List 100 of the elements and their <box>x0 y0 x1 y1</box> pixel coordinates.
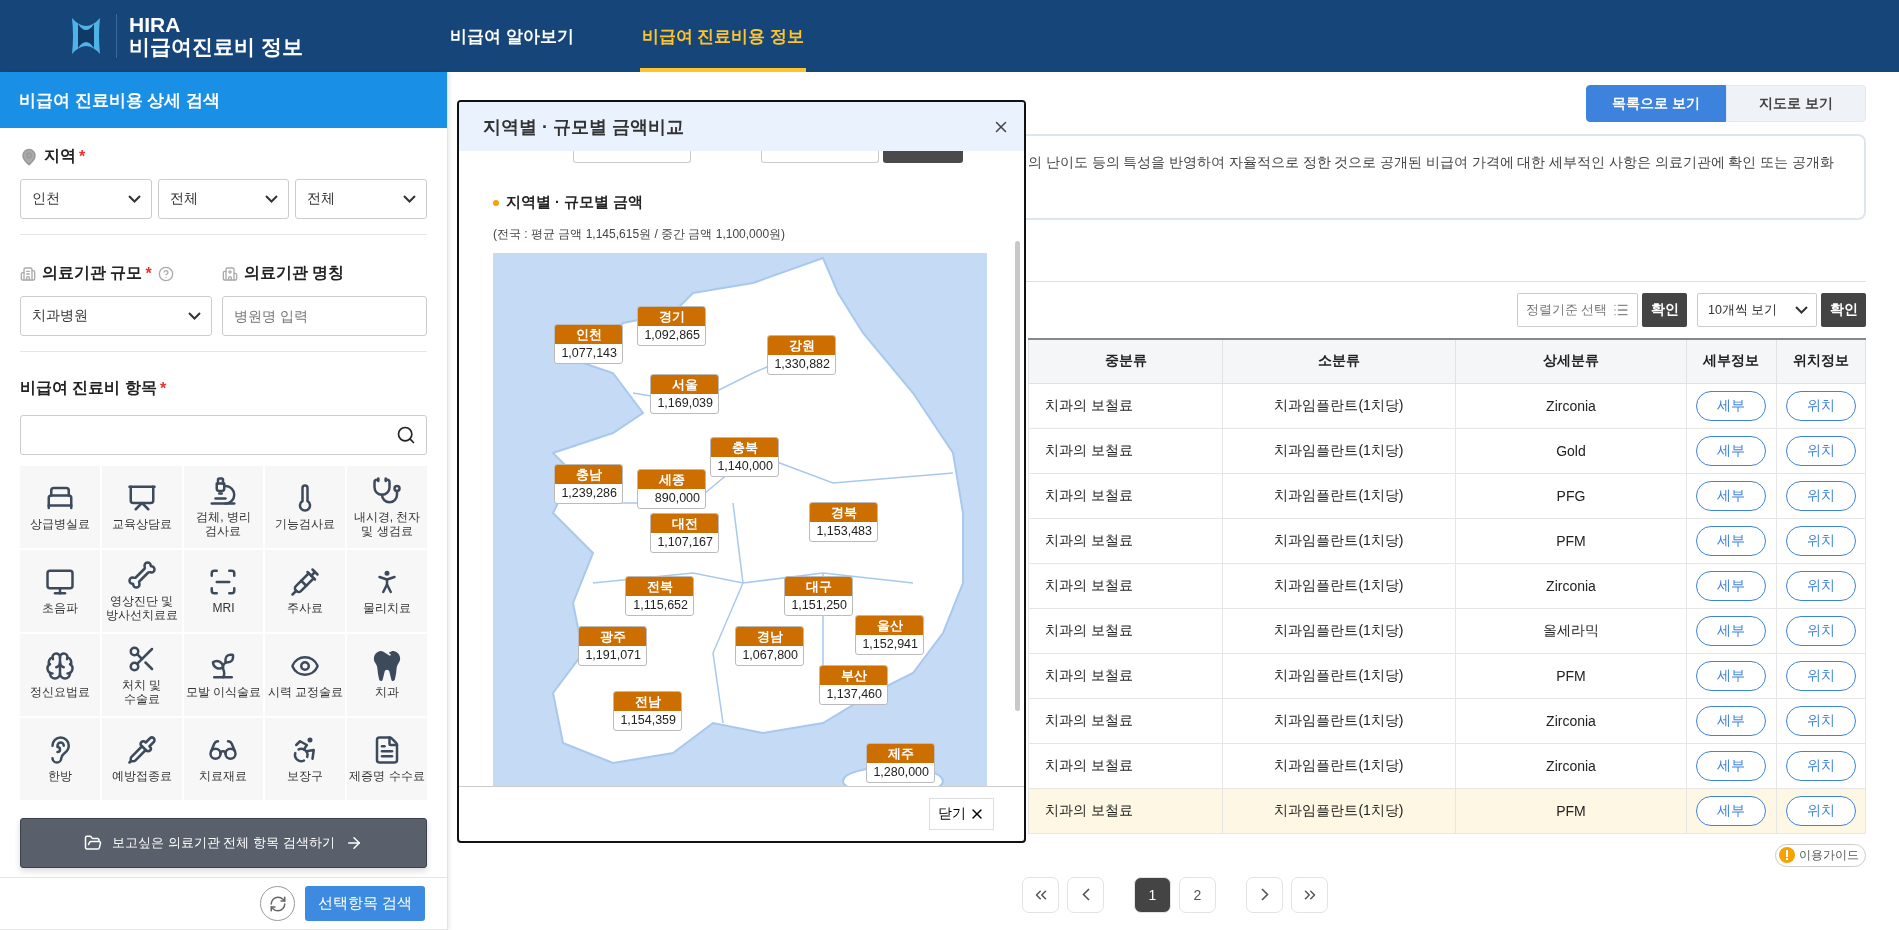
size-select[interactable]: 치과병원 <box>20 296 212 337</box>
sort-field[interactable]: 정렬기준 선택 <box>1517 293 1638 327</box>
first-page-button[interactable] <box>1022 876 1059 913</box>
search-icon <box>396 425 416 446</box>
category-tile[interactable]: 초음파 <box>20 550 100 633</box>
item-search-field[interactable] <box>20 415 427 456</box>
detail-button[interactable]: 세부 <box>1696 660 1767 691</box>
region-select[interactable]: 인천 <box>20 179 152 220</box>
location-button[interactable]: 위치 <box>1785 750 1856 781</box>
column-header: 상세분류 <box>1455 339 1687 383</box>
required-mark: * <box>145 264 152 283</box>
table-cell: 치과의 보철료 <box>1028 608 1223 653</box>
last-page-button[interactable] <box>1291 876 1328 913</box>
location-button[interactable]: 위치 <box>1785 525 1856 556</box>
category-tile[interactable]: MRI <box>183 550 264 633</box>
location-button[interactable]: 위치 <box>1785 435 1856 466</box>
table-cell: 올세라믹 <box>1455 608 1687 653</box>
detail-button[interactable]: 세부 <box>1696 570 1767 601</box>
table-cell: PFM <box>1455 518 1687 563</box>
confirm-button[interactable]: 확인 <box>1642 293 1687 327</box>
table-cell: 치과의 보철료 <box>1028 563 1223 608</box>
page-button[interactable]: 2 <box>1179 876 1216 913</box>
nav-tab[interactable]: 비급여 진료비용 정보 <box>639 0 807 72</box>
table-cell: 치과임플란트(1치당) <box>1222 383 1456 428</box>
table-cell: 치과임플란트(1치당) <box>1222 428 1456 473</box>
monitor-icon <box>44 567 75 598</box>
category-tile[interactable]: 한방 <box>20 718 100 801</box>
help-icon[interactable] <box>157 265 174 282</box>
region-select[interactable]: 전체 <box>157 179 290 220</box>
prev-page-button[interactable] <box>1067 876 1104 913</box>
chevron-down-icon <box>127 195 141 204</box>
region-price-label: 광주 1,191,071 <box>578 626 647 666</box>
category-tile[interactable]: 주사료 <box>265 550 346 633</box>
select-field[interactable] <box>573 151 691 163</box>
category-tile[interactable]: 제증명 수수료 <box>347 718 427 801</box>
category-tile[interactable]: 예방접종료 <box>101 718 182 801</box>
detail-button[interactable]: 세부 <box>1696 705 1767 736</box>
location-button[interactable]: 위치 <box>1785 795 1856 826</box>
page-button[interactable]: 1 <box>1134 876 1171 913</box>
section-title: 지역별 · 규모별 금액 <box>506 193 643 212</box>
category-tile[interactable]: 내시경, 천자 및 생검료 <box>347 466 427 549</box>
table-row[interactable]: 치과의 보철료 치과임플란트(1치당) Gold 세부 위치 <box>1028 428 1866 473</box>
location-button[interactable]: 위치 <box>1785 480 1856 511</box>
location-button[interactable]: 위치 <box>1785 390 1856 421</box>
category-tile[interactable]: 치료재료 <box>183 718 264 801</box>
category-tile[interactable]: 보장구 <box>265 718 346 801</box>
location-button[interactable]: 위치 <box>1785 660 1856 691</box>
required-mark: * <box>79 147 86 166</box>
view-toggle[interactable]: 지도로 보기 <box>1726 85 1866 122</box>
region-price-label: 대구 1,151,250 <box>784 576 853 616</box>
table-cell: 치과의 보철료 <box>1028 698 1223 743</box>
category-tile[interactable]: 상급병실료 <box>20 466 100 549</box>
table-row[interactable]: 치과의 보철료 치과임플란트(1치당) PFM 세부 위치 <box>1028 788 1866 833</box>
category-tile[interactable]: 물리치료 <box>347 550 427 633</box>
region-price-label: 충북 1,140,000 <box>710 437 779 477</box>
category-tile[interactable]: 치과 <box>347 634 427 717</box>
detail-button[interactable]: 세부 <box>1696 525 1767 556</box>
confirm-button[interactable]: 확인 <box>1821 293 1866 327</box>
table-cell: 치과임플란트(1치당) <box>1222 653 1456 698</box>
scrollbar[interactable] <box>1015 241 1020 711</box>
all-items-search-button[interactable]: 보고싶은 의료기관 전체 항목 검색하기 <box>20 818 427 869</box>
table-row[interactable]: 치과의 보철료 치과임플란트(1치당) Zirconia 세부 위치 <box>1028 743 1866 788</box>
reset-button[interactable] <box>260 886 295 922</box>
table-row[interactable]: 치과의 보철료 치과임플란트(1치당) Zirconia 세부 위치 <box>1028 698 1866 743</box>
nav-tab[interactable]: 비급여 알아보기 <box>448 0 576 72</box>
guide-button[interactable]: 이용가이드 <box>1775 843 1866 867</box>
category-tile[interactable]: 시력 교정술료 <box>265 634 346 717</box>
category-tile[interactable]: 처치 및 수술료 <box>101 634 182 717</box>
detail-button[interactable]: 세부 <box>1696 795 1767 826</box>
location-button[interactable]: 위치 <box>1785 570 1856 601</box>
select-field[interactable] <box>761 151 879 163</box>
region-price-label: 서울 1,169,039 <box>650 374 719 414</box>
category-tile[interactable]: 영상진단 및 방사선치료료 <box>101 550 182 633</box>
table-row[interactable]: 치과의 보철료 치과임플란트(1치당) Zirconia 세부 위치 <box>1028 383 1866 428</box>
detail-button[interactable]: 세부 <box>1696 390 1767 421</box>
table-row[interactable]: 치과의 보철료 치과임플란트(1치당) Zirconia 세부 위치 <box>1028 563 1866 608</box>
detail-button[interactable]: 세부 <box>1696 480 1767 511</box>
close-dialog-button[interactable]: 닫기 <box>929 798 994 830</box>
category-tile[interactable]: 정신요법료 <box>20 634 100 717</box>
category-tile[interactable]: 모발 이식술료 <box>183 634 264 717</box>
selected-search-button[interactable]: 선택항목 검색 <box>305 886 425 922</box>
table-row[interactable]: 치과의 보철료 치과임플란트(1치당) PFG 세부 위치 <box>1028 473 1866 518</box>
detail-button[interactable]: 세부 <box>1696 435 1767 466</box>
hospital-name-field[interactable]: 병원명 입력 <box>222 296 427 337</box>
pipette-icon <box>126 735 157 766</box>
view-toggle[interactable]: 목록으로 보기 <box>1586 85 1726 122</box>
table-cell: 치과의 보철료 <box>1028 518 1223 563</box>
region-select[interactable]: 전체 <box>295 179 427 220</box>
detail-button[interactable]: 세부 <box>1696 615 1767 646</box>
table-row[interactable]: 치과의 보철료 치과임플란트(1치당) PFM 세부 위치 <box>1028 518 1866 563</box>
detail-button[interactable]: 세부 <box>1696 750 1767 781</box>
location-button[interactable]: 위치 <box>1785 705 1856 736</box>
location-button[interactable]: 위치 <box>1785 615 1856 646</box>
table-row[interactable]: 치과의 보철료 치과임플란트(1치당) 올세라믹 세부 위치 <box>1028 608 1866 653</box>
page-size-select[interactable]: 10개씩 보기 <box>1697 293 1817 327</box>
category-tile[interactable]: 검체, 병리 검사료 <box>183 466 264 549</box>
category-tile[interactable]: 기능검사료 <box>265 466 346 549</box>
next-page-button[interactable] <box>1246 876 1283 913</box>
category-tile[interactable]: 교육상담료 <box>101 466 182 549</box>
table-row[interactable]: 치과의 보철료 치과임플란트(1치당) PFM 세부 위치 <box>1028 653 1866 698</box>
